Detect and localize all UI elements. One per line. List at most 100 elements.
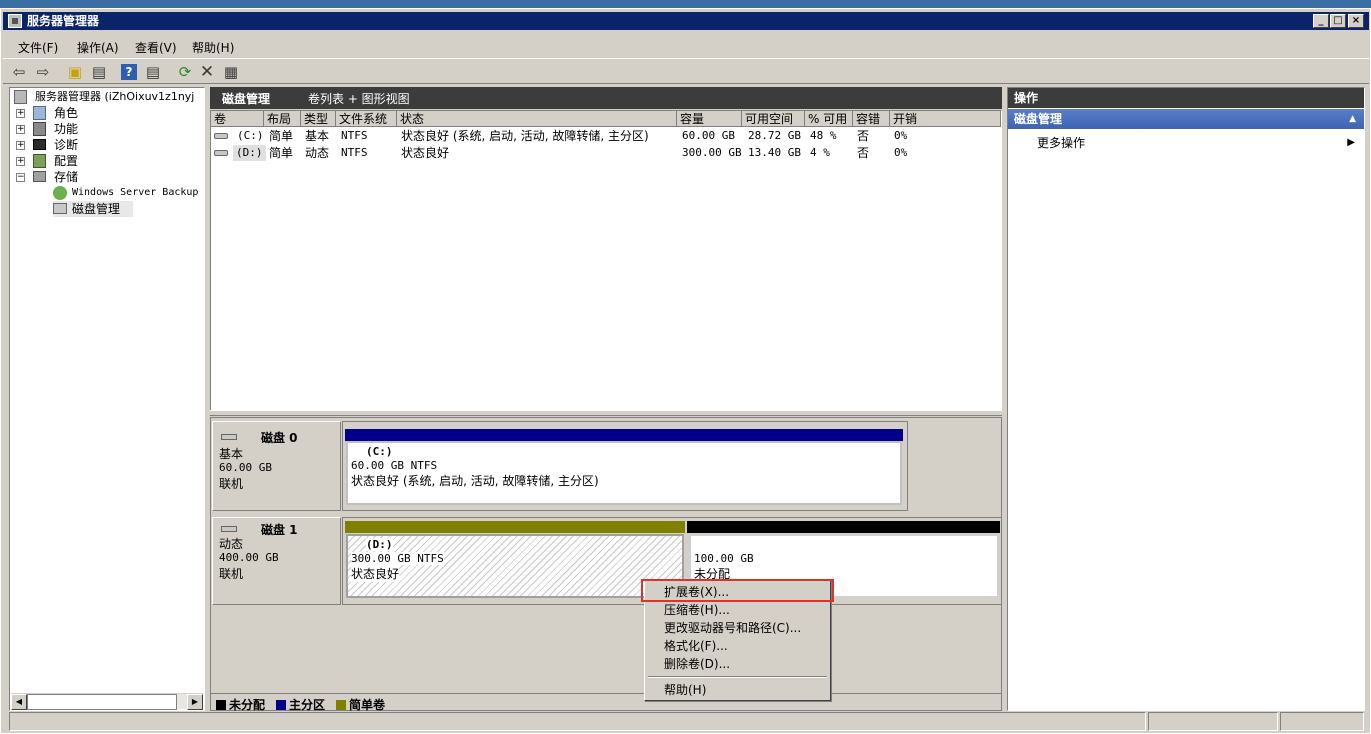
table-row[interactable]: (C:) 简单 基本 NTFS 状态良好 (系统, 启动, 活动, 故障转储, … xyxy=(211,128,1001,144)
roles-icon xyxy=(33,106,46,120)
column-fault-tolerance[interactable]: 容错 xyxy=(853,111,890,127)
legend-swatch xyxy=(276,700,286,710)
cell-fault-tolerance: 否 xyxy=(857,129,870,143)
menu-bar: 文件(F) 操作(A) 查看(V) 帮助(H) xyxy=(3,36,1369,56)
menu-item-help[interactable]: 帮助(H) xyxy=(664,681,706,699)
view-mode: 卷列表 + 图形视图 xyxy=(308,92,410,106)
forward-arrow-icon[interactable]: ⇨ xyxy=(33,62,53,82)
graphical-view: 磁盘 0 基本 60.00 GB 联机 (C:) 60.00 GB NTFS 状… xyxy=(210,417,1002,713)
minimize-button[interactable]: _ xyxy=(1313,14,1329,28)
window-title: 服务器管理器 xyxy=(27,14,100,28)
disk-kind: 动态 xyxy=(219,537,244,551)
volume-c[interactable]: (C:) 60.00 GB NTFS 状态良好 (系统, 启动, 活动, 故障转… xyxy=(346,441,902,505)
column-type[interactable]: 类型 xyxy=(301,111,336,127)
legend-simple: 简单卷 xyxy=(336,696,385,713)
column-status[interactable]: 状态 xyxy=(397,111,677,127)
actions-section-label: 磁盘管理 xyxy=(1014,112,1063,126)
tree-item-label: 配置 xyxy=(54,154,79,168)
tree-item-diagnostics[interactable]: + 诊断 xyxy=(16,137,196,153)
menu-file[interactable]: 文件(F) xyxy=(18,39,58,56)
menu-item-change-drive-letter[interactable]: 更改驱动器号和路径(C)... xyxy=(664,619,801,637)
expand-icon[interactable]: + xyxy=(16,125,25,134)
drive-icon xyxy=(214,133,228,139)
disk-1-label[interactable]: 磁盘 1 动态 400.00 GB 联机 xyxy=(212,517,341,605)
cell-volume: (C:) xyxy=(237,129,264,142)
pane-splitter[interactable] xyxy=(210,410,1002,416)
column-volume[interactable]: 卷 xyxy=(211,111,264,127)
tree-item-features[interactable]: + 功能 xyxy=(16,121,196,137)
unallocated-bar xyxy=(687,521,1000,533)
configuration-icon xyxy=(33,154,46,168)
menu-view[interactable]: 查看(V) xyxy=(135,39,177,56)
server-manager-app-icon xyxy=(8,14,22,28)
disk-size: 400.00 GB xyxy=(219,551,279,564)
tree-item-windows-server-backup[interactable]: Windows Server Backup xyxy=(53,185,203,201)
disk-name: 磁盘 0 xyxy=(261,431,298,445)
more-actions-label: 更多操作 xyxy=(1037,136,1086,150)
back-arrow-icon[interactable]: ⇦ xyxy=(9,62,29,82)
delete-icon[interactable]: ✕ xyxy=(197,62,217,82)
scroll-thumb[interactable] xyxy=(27,694,177,710)
tree-root-label: 服务器管理器 (iZhOixuv1z1nyj xyxy=(35,90,195,103)
disk-0-label[interactable]: 磁盘 0 基本 60.00 GB 联机 xyxy=(212,421,341,511)
tree-item-disk-management[interactable]: 磁盘管理 xyxy=(53,201,133,217)
show-hide-tree-icon[interactable]: ▤ xyxy=(89,62,109,82)
properties-pane-icon[interactable]: ▤ xyxy=(143,62,163,82)
more-actions-item[interactable]: 更多操作 ▶ xyxy=(1037,134,1359,152)
legend-unallocated: 未分配 xyxy=(216,696,265,713)
scroll-left-arrow-icon[interactable]: ◀ xyxy=(11,694,27,710)
tree-horizontal-scrollbar[interactable]: ◀ ▶ xyxy=(11,693,203,710)
features-icon xyxy=(33,122,46,136)
disk-icon xyxy=(221,434,237,440)
collapse-up-icon[interactable]: ▲ xyxy=(1349,109,1356,129)
column-filesystem[interactable]: 文件系统 xyxy=(336,111,397,127)
column-layout[interactable]: 布局 xyxy=(264,111,301,127)
tree-item-roles[interactable]: + 角色 xyxy=(16,105,196,121)
menu-item-shrink-volume[interactable]: 压缩卷(H)... xyxy=(664,601,730,619)
simple-volume-bar xyxy=(345,521,685,533)
help-icon[interactable]: ? xyxy=(121,64,137,80)
disk-0-partitions: (C:) 60.00 GB NTFS 状态良好 (系统, 启动, 活动, 故障转… xyxy=(342,421,908,511)
actions-section-disk-management[interactable]: 磁盘管理 ▲ xyxy=(1008,109,1364,129)
tree-item-configuration[interactable]: + 配置 xyxy=(16,153,196,169)
column-overhead[interactable]: 开销 xyxy=(890,111,1001,127)
cell-overhead: 0% xyxy=(894,129,908,142)
volume-info: 60.00 GB NTFS xyxy=(351,459,438,472)
menu-item-delete-volume[interactable]: 删除卷(D)... xyxy=(664,655,730,673)
menu-action[interactable]: 操作(A) xyxy=(77,39,119,56)
up-folder-icon[interactable]: ▣ xyxy=(65,62,85,82)
expand-icon[interactable]: + xyxy=(16,141,25,150)
disk-name: 磁盘 1 xyxy=(261,523,298,537)
expand-icon[interactable]: + xyxy=(16,157,25,166)
drive-icon xyxy=(214,150,228,156)
tree-item-label: 功能 xyxy=(54,122,79,136)
menu-help[interactable]: 帮助(H) xyxy=(192,39,234,56)
legend-label: 简单卷 xyxy=(349,698,386,712)
tree-item-storage[interactable]: − 存储 xyxy=(16,169,196,185)
column-capacity[interactable]: 容量 xyxy=(677,111,742,127)
menu-item-format[interactable]: 格式化(F)... xyxy=(664,637,728,655)
expand-icon[interactable]: + xyxy=(16,109,25,118)
collapse-icon[interactable]: − xyxy=(16,173,25,182)
cell-type: 动态 xyxy=(305,146,330,160)
close-button[interactable]: × xyxy=(1348,14,1364,28)
disk-kind: 基本 xyxy=(219,447,244,461)
refresh-icon[interactable]: ⟳ xyxy=(175,62,195,82)
maximize-button[interactable]: □ xyxy=(1330,14,1346,28)
cell-free-space: 28.72 GB xyxy=(748,129,801,142)
properties-icon[interactable]: ▦ xyxy=(221,62,241,82)
legend-swatch xyxy=(336,700,346,710)
status-bar-section xyxy=(1280,712,1364,731)
legend-primary: 主分区 xyxy=(276,696,325,713)
volume-d[interactable]: (D:) 300.00 GB NTFS 状态良好 xyxy=(346,534,684,598)
scroll-right-arrow-icon[interactable]: ▶ xyxy=(187,694,203,710)
column-free-space[interactable]: 可用空间 xyxy=(742,111,805,127)
table-row[interactable]: (D:) 简单 动态 NTFS 状态良好 300.00 GB 13.40 GB … xyxy=(211,145,1001,161)
cell-layout: 简单 xyxy=(269,146,294,160)
cell-percent-free: 4 % xyxy=(810,146,830,159)
legend-label: 未分配 xyxy=(229,698,266,712)
toolbar: ⇦ ⇨ ▣ ▤ ? ▤ ⟳ ✕ ▦ xyxy=(3,58,1369,84)
tree-item-label: 存储 xyxy=(54,170,79,184)
column-percent-free[interactable]: % 可用 xyxy=(805,111,853,127)
storage-icon xyxy=(33,171,46,182)
